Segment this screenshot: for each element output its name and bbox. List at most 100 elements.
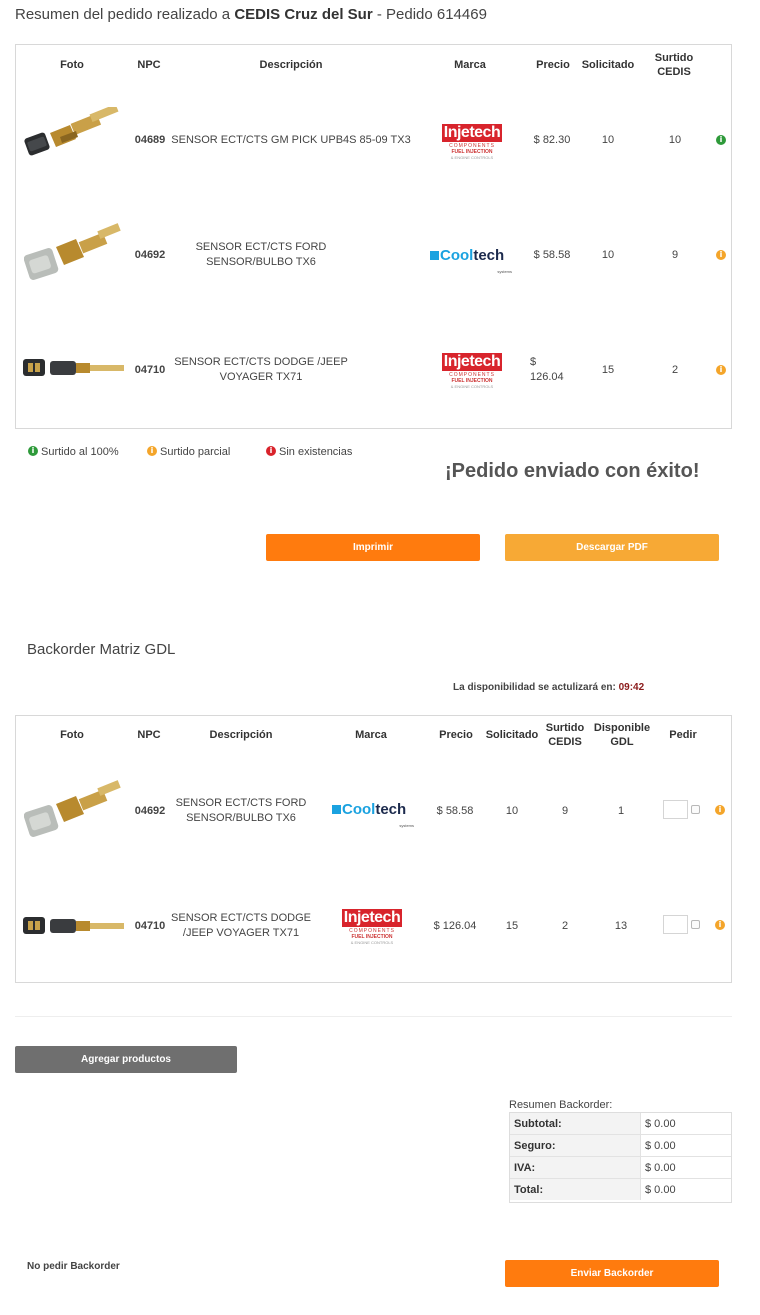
cooltech-logo-name-b: tech (375, 801, 407, 818)
injetech-logo-name: Injetech (341, 909, 403, 927)
col-header-precio: Precio (536, 59, 570, 71)
npc-value: 04692 (134, 805, 166, 817)
page-title-prefix: Resumen del pedido realizado a (15, 6, 235, 23)
col-header-pedir: Pedir (669, 729, 697, 741)
legend-full-icon: i (28, 446, 38, 456)
availability-time: 09:42 (618, 682, 645, 693)
col-header-marca: Marca (355, 729, 387, 741)
cedis-name: CEDIS Cruz del Sur (234, 6, 373, 23)
injetech-logo: Injetech COMPONENTS FUEL INJECTION & ENG… (336, 909, 408, 945)
legend-full-label: Surtido al 100% (41, 446, 119, 458)
price-value: $ 126.04 (433, 920, 477, 932)
cooltech-logo-name-a: Cool (342, 801, 376, 818)
cooltech-logo: Cooltech systems (332, 802, 414, 834)
requested-qty: 10 (505, 805, 519, 817)
legend-none-icon: i (266, 446, 276, 456)
supplied-qty: 2 (561, 920, 569, 932)
legend-none-label: Sin existencias (279, 446, 353, 458)
order-checkbox[interactable] (691, 920, 700, 929)
status-partial-icon: i (716, 365, 726, 375)
summary-label: Seguro: (510, 1135, 640, 1156)
description-text: SENSOR ECT/CTS DODGE /JEEP VOYAGER TX71 (171, 912, 311, 939)
npc-value: 04710 (134, 364, 166, 376)
col-header-precio: Precio (439, 729, 473, 741)
summary-table: Subtotal: $ 0.00 Seguro: $ 0.00 IVA: $ 0… (509, 1112, 732, 1203)
npc-value: 04689 (134, 134, 166, 146)
order-table: Foto NPC Descripción Marca Precio Solici… (15, 44, 732, 429)
cooltech-logo-name-a: Cool (440, 247, 474, 264)
col-header-npc: NPC (137, 729, 161, 741)
print-button[interactable]: Imprimir (266, 534, 480, 561)
summary-value: $ 0.00 (640, 1179, 731, 1200)
requested-qty: 10 (601, 249, 615, 261)
col-header-foto: Foto (60, 59, 84, 71)
cooltech-logo-sub: systems (497, 269, 512, 274)
summary-row-total: Total: $ 0.00 (510, 1179, 731, 1201)
description-text: SENSOR ECT/CTS GM PICK UPB4S 85-09 TX3 (171, 134, 411, 146)
status-partial-icon: i (715, 805, 725, 815)
injetech-logo-name: Injetech (441, 353, 503, 371)
col-header-surtido-cedis: Surtido CEDIS (545, 722, 585, 748)
summary-value: $ 0.00 (640, 1135, 731, 1156)
download-pdf-button[interactable]: Descargar PDF (505, 534, 719, 561)
col-header-descripcion: Descripción (209, 729, 273, 741)
no-backorder-link[interactable]: No pedir Backorder (27, 1261, 120, 1272)
summary-value: $ 0.00 (640, 1113, 731, 1134)
summary-label: IVA: (510, 1157, 640, 1178)
available-qty: 1 (617, 805, 625, 817)
summary-row-seguro: Seguro: $ 0.00 (510, 1135, 731, 1157)
col-header-solicitado: Solicitado (485, 729, 539, 741)
injetech-logo-sub3: & ENGINE CONTROLS (450, 155, 494, 160)
supplied-qty: 2 (671, 364, 679, 376)
supplied-qty: 10 (668, 134, 682, 146)
product-photo (24, 104, 124, 182)
col-header-solicitado: Solicitado (581, 59, 635, 71)
description-text: SENSOR ECT/CTS FORD SENSOR/BULBO TX6 (195, 241, 327, 268)
requested-qty: 15 (505, 920, 519, 932)
description-text: SENSOR ECT/CTS FORD SENSOR/BULBO TX6 (175, 797, 307, 824)
backorder-title: Backorder Matriz GDL (27, 641, 176, 658)
col-header-descripcion: Descripción (259, 59, 323, 71)
summary-row-iva: IVA: $ 0.00 (510, 1157, 731, 1179)
available-qty: 13 (614, 920, 628, 932)
price-value: $ 58.58 (436, 805, 474, 817)
injetech-logo-sub3: & ENGINE CONTROLS (450, 384, 494, 389)
legend-partial-icon: i (147, 446, 157, 456)
availability-notice: La disponibilidad se actulizará en: 09:4… (453, 682, 644, 693)
order-number: - Pedido 614469 (372, 6, 487, 23)
col-header-disponible-gdl: Disponible GDL (593, 722, 651, 748)
send-backorder-button[interactable]: Enviar Backorder (505, 1260, 719, 1287)
col-header-surtido-cedis: Surtido CEDIS (654, 52, 694, 78)
order-checkbox[interactable] (691, 805, 700, 814)
summary-label: Total: (510, 1179, 640, 1200)
divider (15, 1016, 732, 1017)
col-header-foto: Foto (60, 729, 84, 741)
cooltech-logo: Cooltech systems (430, 248, 512, 280)
injetech-logo-name: Injetech (441, 124, 503, 142)
injetech-logo: Injetech COMPONENTS FUEL INJECTION & ENG… (436, 124, 508, 160)
col-header-marca: Marca (454, 59, 486, 71)
success-message: ¡Pedido enviado con éxito! (445, 460, 700, 482)
backorder-table: Foto NPC Descripción Marca Precio Solici… (15, 715, 732, 983)
npc-value: 04692 (134, 249, 166, 261)
order-qty-input[interactable] (663, 915, 688, 934)
availability-label: La disponibilidad se actulizará en: (453, 682, 616, 693)
price-value: $ 126.04 (530, 356, 564, 383)
page-title: Resumen del pedido realizado a CEDIS Cru… (15, 6, 487, 23)
product-photo (23, 223, 124, 300)
requested-qty: 10 (601, 134, 615, 146)
price-value: $ 82.30 (533, 134, 571, 146)
col-header-npc: NPC (137, 59, 161, 71)
product-photo (22, 355, 126, 386)
supplied-qty: 9 (671, 249, 679, 261)
summary-row-subtotal: Subtotal: $ 0.00 (510, 1113, 731, 1135)
cooltech-logo-name-b: tech (473, 247, 505, 264)
order-qty-input[interactable] (663, 800, 688, 819)
npc-value: 04710 (134, 920, 166, 932)
supplied-qty: 9 (561, 805, 569, 817)
legend-partial-label: Surtido parcial (160, 446, 231, 458)
summary-title: Resumen Backorder: (509, 1099, 613, 1111)
description-text: SENSOR ECT/CTS DODGE /JEEP VOYAGER TX71 (174, 356, 348, 383)
add-products-button[interactable]: Agregar productos (15, 1046, 237, 1073)
price-value: $ 58.58 (533, 249, 571, 261)
